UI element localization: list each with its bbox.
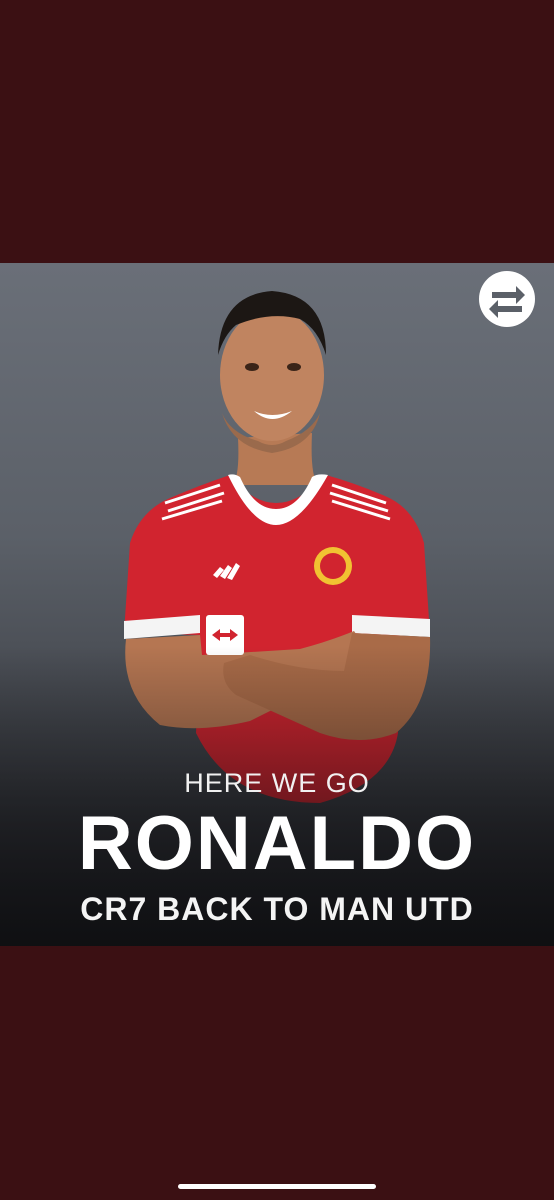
top-background — [0, 0, 554, 263]
home-indicator[interactable] — [178, 1184, 376, 1189]
bottom-background — [0, 946, 554, 1200]
swap-arrows-icon — [479, 271, 535, 327]
headline-kicker: HERE WE GO — [184, 768, 370, 798]
headline-title: RONALDO — [77, 801, 477, 886]
post-image[interactable]: HERE WE GO RONALDO CR7 BACK TO MAN UTD — [0, 263, 554, 946]
headline-subtitle: CR7 BACK TO MAN UTD — [80, 891, 474, 927]
